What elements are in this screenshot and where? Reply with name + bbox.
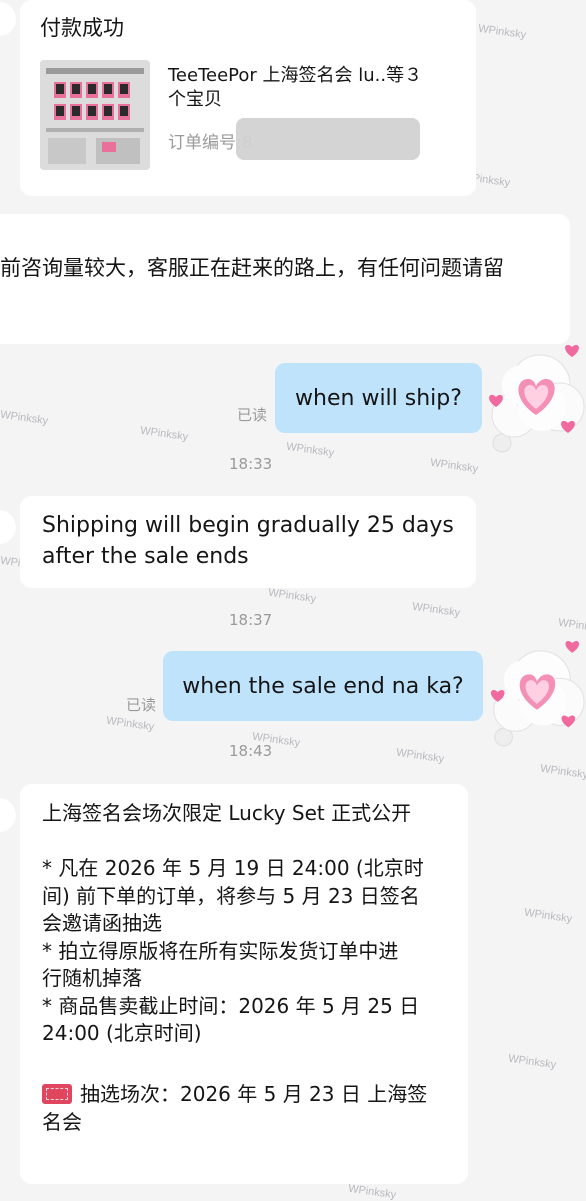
watermark: WPinksky bbox=[523, 906, 573, 926]
watermark: WPinksky bbox=[0, 408, 49, 428]
announcement-line bbox=[42, 828, 454, 856]
announcement-line: 上海签名会场次限定 Lucky Set 正式公开 bbox=[42, 801, 412, 825]
partial-avatar bbox=[0, 510, 16, 544]
watermark: WPinksky bbox=[347, 1182, 397, 1201]
ticket-icon bbox=[42, 1084, 72, 1104]
watermark: WPinksky bbox=[539, 762, 586, 782]
outgoing-message-bubble[interactable]: when will ship? bbox=[275, 363, 482, 433]
payment-title: 付款成功 bbox=[40, 16, 124, 40]
partial-avatar bbox=[0, 798, 16, 832]
announcement-line: 间) 前下单的订单，将参与 5 月 23 日签名 bbox=[42, 883, 420, 908]
watermark: WPinksky bbox=[267, 586, 317, 606]
watermark: WPinksky bbox=[105, 714, 155, 734]
partial-avatar bbox=[0, 2, 16, 36]
message-text-line: after the sale ends bbox=[42, 544, 249, 569]
heart-cloud-icon[interactable] bbox=[484, 640, 585, 750]
message-text: when will ship? bbox=[295, 385, 462, 411]
watermark: WPinksky bbox=[395, 746, 445, 766]
message-text-line: Shipping will begin gradually 25 days bbox=[42, 513, 454, 538]
announcement-line bbox=[42, 1048, 454, 1076]
system-notice-text: 前咨询量较大，客服正在赶来的路上，有任何问题请留 bbox=[0, 256, 504, 280]
read-status: 已读 bbox=[237, 406, 268, 424]
announcement-line: 24:00 (北京时间) bbox=[42, 1021, 202, 1045]
announcement-line: * 凡在 2026 年 5 月 19 日 24:00 (北京时 bbox=[42, 856, 424, 880]
announcement-line: 会邀请函抽选 bbox=[42, 911, 162, 935]
watermark: WPinksky bbox=[557, 616, 586, 636]
ticket-line: 抽选场次：2026 年 5 月 23 日 上海签 bbox=[42, 1081, 454, 1109]
system-notice-bubble: 前咨询量较大，客服正在赶来的路上，有任何问题请留 bbox=[0, 214, 570, 344]
announcement-line: * 拍立得原版将在所有实际发货订单中进 bbox=[42, 938, 399, 963]
ticket-line-continued: 名会 bbox=[42, 1109, 82, 1134]
watermark: WPinksky bbox=[411, 600, 461, 620]
watermark: WPinksky bbox=[429, 456, 479, 476]
product-thumbnail[interactable] bbox=[40, 60, 150, 170]
watermark: WPinksky bbox=[139, 424, 189, 444]
announcement-bubble[interactable]: 上海签名会场次限定 Lucky Set 正式公开 * 凡在 2026 年 5 月… bbox=[20, 784, 468, 1184]
message-text: when the sale end na ka? bbox=[182, 673, 464, 699]
heart-cloud-icon[interactable] bbox=[482, 344, 585, 455]
product-title: TeeTeePor 上海签名会 lu..等３ 个宝贝 bbox=[168, 65, 423, 110]
outgoing-message-bubble[interactable]: when the sale end na ka? bbox=[163, 651, 483, 721]
announcement-line: * 商品售卖截止时间：2026 年 5 月 25 日 bbox=[42, 993, 420, 1018]
watermark: WPinksky bbox=[285, 440, 335, 460]
incoming-message-bubble[interactable]: Shipping will begin gradually 25 days af… bbox=[20, 496, 476, 588]
announcement-line: 行随机掉落 bbox=[42, 966, 142, 990]
watermark: WPinksky bbox=[477, 22, 527, 42]
payment-success-card[interactable]: 付款成功 TeeTeePor 上海签名会 lu..等３ 个宝贝 订单编号:8 bbox=[20, 0, 476, 196]
read-status: 已读 bbox=[126, 696, 157, 714]
order-number-redaction bbox=[236, 118, 420, 160]
watermark: WPinksky bbox=[507, 1052, 557, 1072]
